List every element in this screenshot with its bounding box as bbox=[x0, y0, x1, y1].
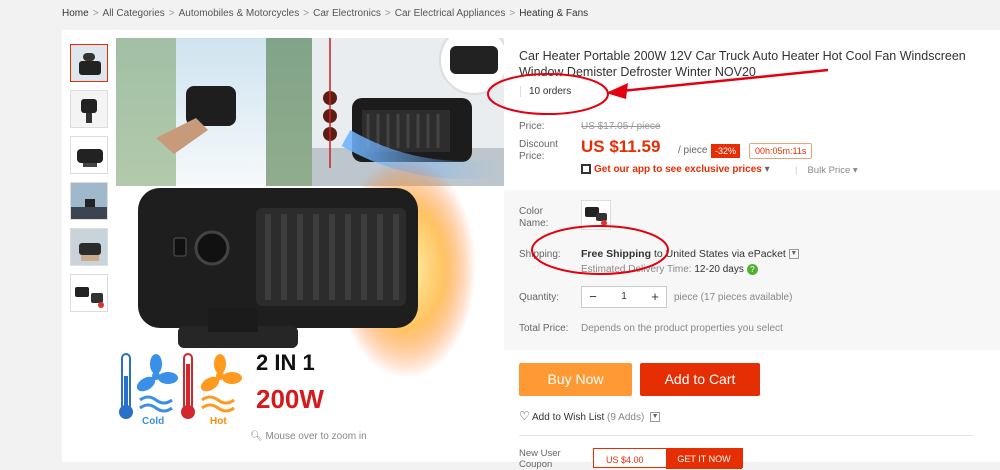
delivery-estimate: Estimated Delivery Time: 12-20 days? bbox=[581, 264, 758, 275]
crumb-current[interactable]: Heating & Fans bbox=[519, 8, 588, 19]
discount-badge: -32% bbox=[711, 144, 741, 158]
product-title: Car Heater Portable 200W 12V Car Truck A… bbox=[519, 49, 966, 79]
bulk-price-dropdown[interactable]: | Bulk Price ▾ bbox=[795, 165, 858, 176]
chevron-down-icon: ▾ bbox=[764, 164, 770, 175]
heart-icon: ♡ bbox=[519, 409, 530, 423]
coupon-box: US $4.00 GET IT NOW bbox=[593, 448, 743, 469]
thumbnail-list bbox=[70, 44, 110, 320]
coupon-amount: US $4.00 bbox=[606, 455, 644, 465]
color-swatch[interactable] bbox=[581, 200, 611, 230]
crumb-all-categories[interactable]: All Categories bbox=[103, 8, 165, 19]
shipping-info[interactable]: Free Shipping to United States via ePack… bbox=[581, 248, 799, 260]
thumbnail-5[interactable] bbox=[70, 228, 108, 266]
hot-label: Hot bbox=[210, 416, 227, 427]
new-user-coupon-label: New User Coupon bbox=[519, 448, 561, 470]
quantity-stepper: − 1 + bbox=[581, 286, 667, 308]
product-main-image[interactable]: Cold Hot 2 IN 1 200W bbox=[116, 25, 509, 428]
countdown-timer: 00h:05m:11s bbox=[749, 143, 813, 159]
color-label: Color Name: bbox=[519, 206, 549, 229]
zoom-hint: 🔍︎ Mouse over to zoom in bbox=[250, 431, 367, 442]
crumb-home[interactable]: Home bbox=[62, 8, 89, 19]
quantity-decrease-button[interactable]: − bbox=[582, 287, 604, 307]
divider bbox=[519, 435, 973, 436]
promo-200w: 200W bbox=[256, 384, 324, 414]
thumbnail-3[interactable] bbox=[70, 136, 108, 174]
thumbnail-1[interactable] bbox=[70, 44, 108, 82]
thumbnail-4[interactable] bbox=[70, 182, 108, 220]
question-icon[interactable]: ? bbox=[746, 264, 758, 275]
crumb-car-electronics[interactable]: Car Electronics bbox=[313, 8, 381, 19]
orders-count: 10 orders bbox=[520, 86, 571, 97]
buy-now-button[interactable]: Buy Now bbox=[519, 363, 632, 396]
breadcrumb: Home > All Categories > Automobiles & Motorc… bbox=[62, 8, 589, 19]
shipping-label: Shipping: bbox=[519, 249, 561, 260]
crumb-automobiles[interactable]: Automobiles & Motorcycles bbox=[179, 8, 300, 19]
total-price-text: Depends on the product properties you se… bbox=[581, 323, 783, 334]
quantity-available: piece (17 pieces available) bbox=[674, 292, 793, 303]
per-unit: / piece bbox=[678, 145, 708, 156]
qr-icon bbox=[581, 164, 591, 175]
chevron-down-icon: ▾ bbox=[852, 165, 858, 176]
chevron-down-icon[interactable]: ▼ bbox=[788, 249, 799, 260]
thumbnail-2[interactable] bbox=[70, 90, 108, 128]
quantity-increase-button[interactable]: + bbox=[644, 287, 666, 307]
app-promo-link[interactable]: Get our app to see exclusive prices ▾ bbox=[581, 164, 770, 175]
discount-price: US $11.59 bbox=[581, 137, 661, 156]
thumbnail-6[interactable] bbox=[70, 274, 108, 312]
promo-2in1: 2 IN 1 bbox=[256, 350, 315, 375]
search-icon: 🔍︎ bbox=[250, 431, 263, 442]
quantity-label: Quantity: bbox=[519, 292, 560, 303]
get-coupon-button[interactable]: GET IT NOW bbox=[666, 449, 742, 469]
wishlist-link[interactable]: ♡ Add to Wish List (9 Adds) ▼ bbox=[519, 409, 661, 423]
cold-label: Cold bbox=[142, 416, 164, 427]
chevron-down-icon[interactable]: ▼ bbox=[650, 412, 661, 423]
total-price-label: Total Price: bbox=[519, 323, 569, 334]
add-to-cart-button[interactable]: Add to Cart bbox=[640, 363, 760, 396]
discount-price-label: Discount Price: bbox=[519, 139, 558, 162]
price-label: Price: bbox=[519, 121, 545, 132]
original-price: US $17.05 / piece bbox=[581, 121, 661, 132]
crumb-car-electrical[interactable]: Car Electrical Appliances bbox=[395, 8, 506, 19]
quantity-input[interactable]: 1 bbox=[604, 287, 644, 307]
thermometer-cold-icon bbox=[119, 353, 133, 419]
thermometer-hot-icon bbox=[181, 353, 195, 419]
